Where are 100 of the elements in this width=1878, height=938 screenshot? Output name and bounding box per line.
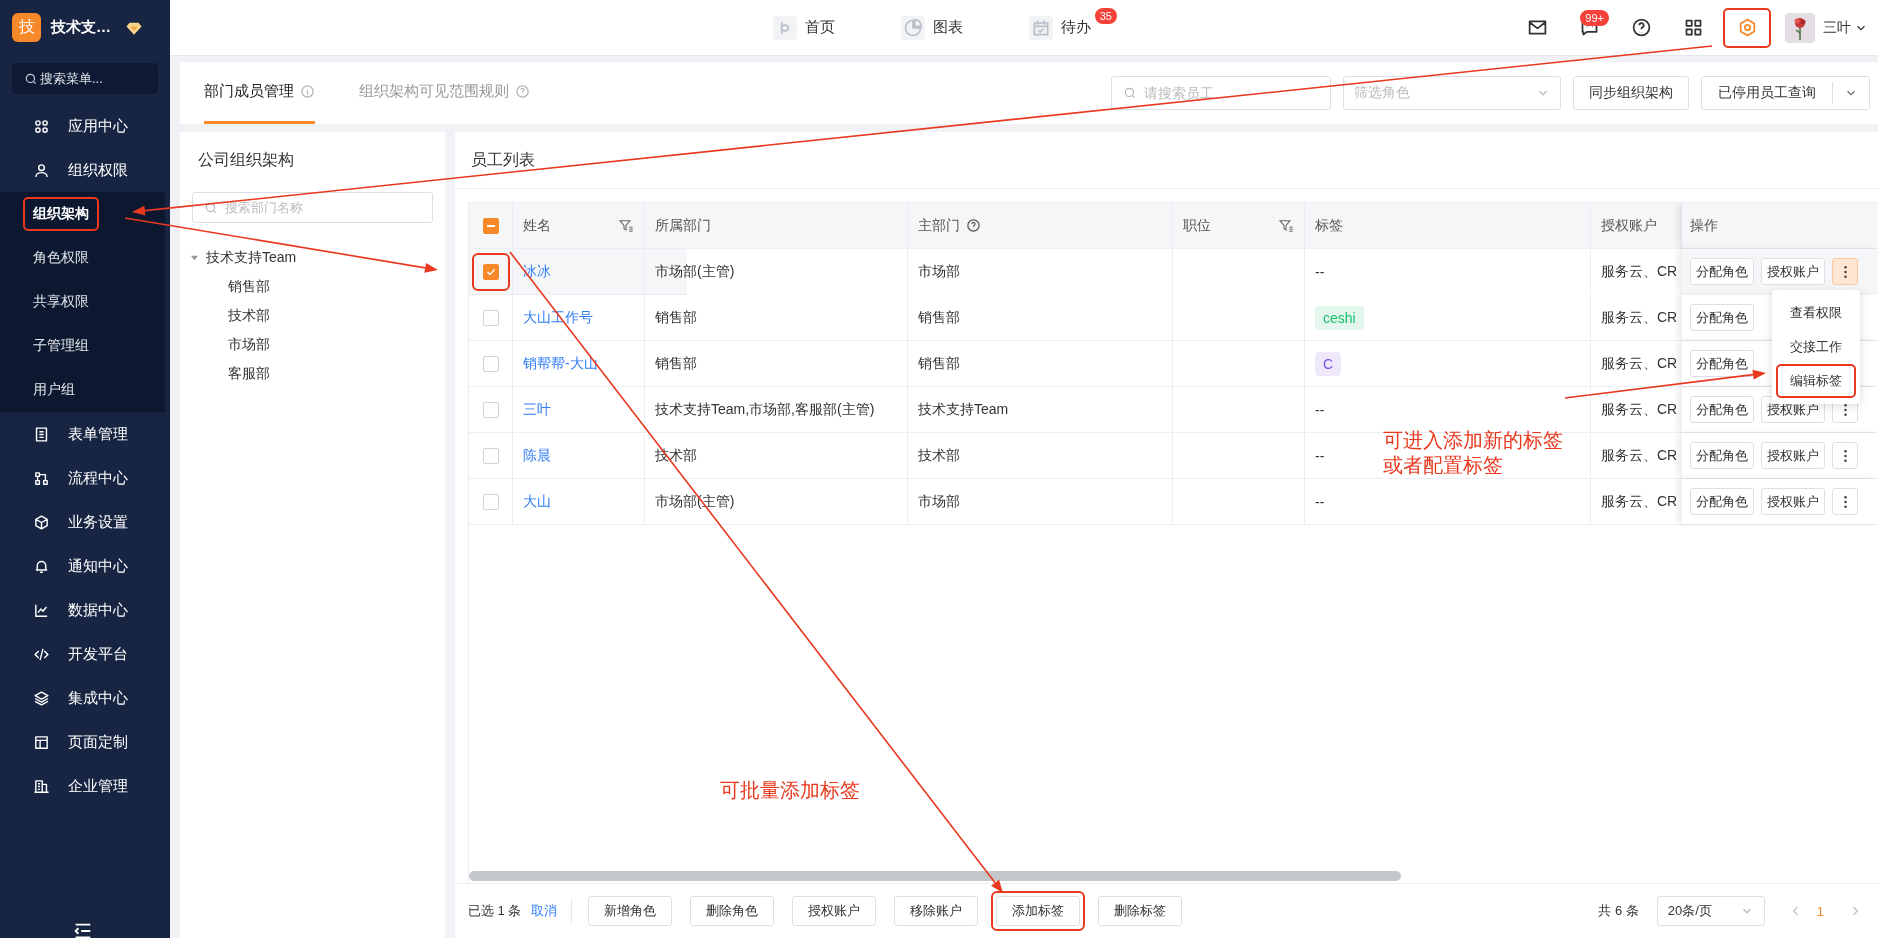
row-checkbox[interactable] [482, 493, 499, 510]
menu-item[interactable]: 组织权限 [0, 148, 170, 192]
help-icon [515, 84, 530, 99]
row-action-button[interactable]: 分配角色 [1690, 442, 1754, 469]
tree-node[interactable]: 技术部 [180, 301, 445, 330]
more-button[interactable] [1832, 488, 1858, 515]
select-all-checkbox[interactable] [482, 217, 499, 234]
row-action-button[interactable]: 分配角色 [1690, 396, 1754, 423]
row-checkbox[interactable] [482, 401, 499, 418]
tag-chip: ceshi [1315, 305, 1364, 330]
nav-label: 待办 [1061, 18, 1091, 37]
table-cell: -- [1315, 447, 1325, 464]
menu-label: 流程中心 [68, 468, 128, 488]
company-name[interactable]: 技术支… [51, 18, 111, 37]
more-button[interactable] [1832, 442, 1858, 469]
menu-item[interactable]: 集成中心 [0, 676, 170, 720]
menu-option[interactable]: 交接工作 [1776, 330, 1856, 364]
table-cell: 服务云、CR [1601, 400, 1678, 419]
employee-search-field[interactable]: 请搜索员工 [1111, 76, 1331, 110]
department-search-field[interactable]: 搜索部门名称 [192, 192, 433, 223]
message-button[interactable]: 99+ [1567, 7, 1611, 48]
menu-item[interactable]: 开发平台 [0, 632, 170, 676]
row-action-button[interactable]: 授权账户 [1761, 442, 1825, 469]
row-checkbox[interactable] [482, 447, 499, 464]
nav-link[interactable]: 待办 35 [1029, 7, 1117, 48]
cancel-link[interactable]: 取消 [531, 902, 558, 920]
menu-label: 组织权限 [68, 160, 128, 180]
menu-item[interactable]: 业务设置 [0, 500, 170, 544]
more-icon [1842, 447, 1848, 464]
tree-node[interactable]: 市场部 [180, 330, 445, 359]
layers-icon [33, 689, 50, 707]
batch-action-button[interactable]: 新增角色 [588, 896, 673, 926]
layout-icon [33, 733, 50, 751]
sync-button[interactable]: 同步组织架构 [1573, 76, 1689, 110]
table-cell: 销售部 [655, 354, 697, 373]
employee-name-link[interactable]: 销帮帮-大山 [523, 354, 598, 373]
menu-item[interactable]: 应用中心 [0, 104, 170, 148]
employee-name-link[interactable]: 陈晨 [523, 446, 551, 465]
batch-action-button[interactable]: 删除标签 [1098, 896, 1183, 926]
nav-link[interactable]: 图表 [901, 7, 989, 48]
table-cell: 市场部 [918, 262, 960, 281]
filter-icon[interactable] [618, 217, 634, 234]
menu-item[interactable]: 数据中心 [0, 588, 170, 632]
tree-node[interactable]: 销售部 [180, 272, 445, 301]
submenu-item[interactable]: 子管理组 [23, 329, 99, 363]
filter-icon[interactable] [1278, 217, 1294, 234]
menu-item[interactable]: 企业管理 [0, 764, 170, 808]
row-action-button[interactable]: 授权账户 [1761, 258, 1825, 285]
row-checkbox[interactable] [482, 309, 499, 326]
search-icon [1123, 86, 1137, 100]
employee-name-link[interactable]: 冰冰 [523, 262, 551, 281]
employee-name-link[interactable]: 三叶 [523, 400, 551, 419]
row-action-button[interactable]: 分配角色 [1690, 350, 1754, 377]
table-cell: -- [1315, 263, 1325, 280]
table-cell: 技术支持Team,市场部,客服部(主管) [655, 400, 875, 419]
table-cell: 服务云、CR [1601, 308, 1678, 327]
menu-option[interactable]: 查看权限 [1776, 296, 1856, 330]
table-cell: 服务云、CR [1601, 446, 1678, 465]
submenu-item[interactable]: 共享权限 [23, 285, 99, 319]
column-header: 所属部门 [655, 216, 711, 235]
scrollbar-thumb[interactable] [469, 871, 1401, 881]
more-button[interactable] [1832, 258, 1858, 285]
nav-link[interactable]: 首页 [773, 7, 861, 48]
row-checkbox[interactable] [482, 355, 499, 372]
row-action-button[interactable]: 分配角色 [1690, 258, 1754, 285]
tree-node[interactable]: 技术支持Team [180, 243, 445, 272]
row-action-button[interactable]: 分配角色 [1690, 488, 1754, 515]
row-action-button[interactable]: 授权账户 [1761, 488, 1825, 515]
column-header: 授权账户 [1601, 216, 1657, 235]
batch-action-button[interactable]: 移除账户 [894, 896, 979, 926]
column-header: 姓名 [523, 216, 551, 235]
nav-label: 图表 [933, 18, 963, 37]
submenu-item[interactable]: 角色权限 [23, 241, 99, 275]
page-size-select[interactable]: 20条/页 [1656, 896, 1765, 926]
menu-item[interactable]: 流程中心 [0, 456, 170, 500]
menu-item[interactable]: 表单管理 [0, 412, 170, 456]
submenu-item[interactable]: 组织架构 [23, 197, 99, 231]
column-header: 操作 [1690, 216, 1718, 235]
batch-action-button[interactable]: 授权账户 [792, 896, 877, 926]
batch-action-button[interactable]: 添加标签 [996, 896, 1081, 926]
menu-label: 企业管理 [68, 776, 128, 796]
submenu-item[interactable]: 用户组 [23, 373, 85, 407]
row-action-button[interactable]: 分配角色 [1690, 304, 1754, 331]
tree-node[interactable]: 客服部 [180, 359, 445, 388]
menu-item[interactable]: 通知中心 [0, 544, 170, 588]
batch-action-button[interactable]: 删除角色 [690, 896, 775, 926]
count-badge: 99+ [1580, 9, 1609, 26]
tab[interactable]: 部门成员管理 [204, 62, 315, 124]
menu-label: 业务设置 [68, 512, 128, 532]
user-menu[interactable]: 三叶 [1823, 18, 1868, 37]
employee-name-link[interactable]: 大山 [523, 492, 551, 511]
gear-button[interactable] [1723, 7, 1771, 48]
calendar-icon [1029, 15, 1053, 40]
user-icon [33, 161, 50, 179]
help-icon[interactable] [966, 218, 981, 233]
menu-item[interactable]: 页面定制 [0, 720, 170, 764]
menu-search-field[interactable]: 搜索菜单... [12, 63, 158, 94]
row-checkbox[interactable] [482, 263, 499, 280]
total-count: 共 6 条 [1598, 902, 1639, 920]
menu-option[interactable]: 编辑标签 [1776, 364, 1856, 398]
